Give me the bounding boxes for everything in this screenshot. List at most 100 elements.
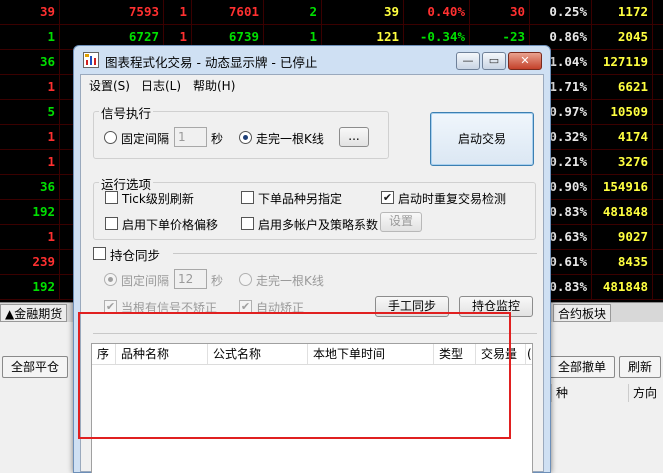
quote-cell: 481848 <box>592 200 653 224</box>
quote-cell: 36 <box>0 175 60 199</box>
multi-account-setup-button[interactable]: 设置 <box>380 212 422 232</box>
quote-cell: 6621 <box>592 75 653 99</box>
cancel-all-button[interactable]: 全部撤单 <box>549 356 615 378</box>
order-other-contract-checkbox[interactable] <box>241 191 254 204</box>
close-button[interactable]: ✕ <box>508 52 542 70</box>
recheck-on-start-checkbox[interactable]: ✔ <box>381 191 394 204</box>
tab-contract-sectors[interactable]: 合约板块 <box>553 304 612 322</box>
quote-cell: 2045 <box>592 25 653 49</box>
column-header-volume[interactable]: 交易量 <box>476 344 526 364</box>
quote-cell: 239 <box>0 250 60 274</box>
tab-financial-futures[interactable]: ▲金融期货 <box>0 304 68 322</box>
quote-cell: 5 <box>0 100 60 124</box>
multi-account-checkbox[interactable] <box>241 217 254 230</box>
quote-cell: 192 <box>0 275 60 299</box>
table-header-row: 序 品种名称 公式名称 本地下单时间 类型 交易量 ( <box>92 344 532 365</box>
quote-cell: 30 <box>470 0 530 24</box>
column-header-contract-name[interactable]: 品种名称 <box>116 344 208 364</box>
menu-log[interactable]: 日志(L) <box>141 77 181 94</box>
quote-cell: 0.40% <box>404 0 470 24</box>
quote-cell: 1172 <box>592 0 653 24</box>
menu-settings[interactable]: 设置(S) <box>89 77 130 94</box>
quote-cell: 4174 <box>592 125 653 149</box>
minimize-icon: — <box>462 54 474 67</box>
table-separator <box>93 333 537 334</box>
quote-cell: 192 <box>0 200 60 224</box>
quote-cell: 39 <box>322 0 404 24</box>
column-header-partial[interactable]: 种 <box>551 384 626 402</box>
dialog-title: 图表程式化交易 - 动态显示牌 - 已停止 <box>105 55 318 70</box>
close-all-button[interactable]: 全部平仓 <box>2 356 68 378</box>
column-header-type[interactable]: 类型 <box>434 344 476 364</box>
manual-sync-button[interactable]: 手工同步 <box>375 296 449 317</box>
quote-cell: 154916 <box>592 175 653 199</box>
quote-cell: 36 <box>0 50 60 74</box>
position-sync-separator <box>173 253 537 254</box>
signal-fixed-interval-radio[interactable] <box>104 131 117 144</box>
tick-refresh-label: Tick级别刷新 <box>122 192 194 206</box>
checkmark-icon: ✔ <box>105 300 116 313</box>
sync-fixed-interval-label: 固定间隔 <box>121 274 170 288</box>
sync-fixed-interval-radio[interactable] <box>104 273 117 286</box>
signal-execution-title: 信号执行 <box>99 103 154 122</box>
sync-per-bar-label: 走完一根K线 <box>256 274 324 288</box>
sync-interval-input[interactable]: 12 <box>174 269 207 289</box>
maximize-icon: ▭ <box>488 54 500 67</box>
quote-row[interactable]: 39 7593 1 7601 2 39 0.40% 30 0.25% 1172 <box>0 0 663 25</box>
title-bar[interactable]: 图表程式化交易 - 动态显示牌 - 已停止 — ▭ ✕ <box>74 46 550 74</box>
sync-seconds-label: 秒 <box>211 274 224 288</box>
menu-bar: 设置(S) 日志(L) 帮助(H) <box>81 75 543 95</box>
no-correct-on-signal-label: 当根有信号不矫正 <box>121 301 218 315</box>
quote-cell: 9027 <box>592 225 653 249</box>
position-monitor-button[interactable]: 持仓监控 <box>459 296 533 317</box>
quote-cell: 0.25% <box>530 0 592 24</box>
start-trading-button[interactable]: 启动交易 <box>430 112 534 166</box>
signal-per-bar-label: 走完一根K线 <box>256 132 324 146</box>
column-header-direction[interactable]: 方向 <box>628 384 663 402</box>
checkmark-icon: ✔ <box>382 191 393 204</box>
position-sync-checkbox[interactable] <box>93 247 106 260</box>
minimize-button[interactable]: — <box>456 52 480 70</box>
position-sync-title: 持仓同步 <box>110 248 161 263</box>
quote-cell: 1 <box>0 75 60 99</box>
signal-per-bar-radio[interactable] <box>239 131 252 144</box>
price-offset-label: 启用下单价格偏移 <box>122 218 219 232</box>
quote-cell: 127119 <box>592 50 653 74</box>
quote-cell: 10509 <box>592 100 653 124</box>
column-header-index[interactable]: 序 <box>92 344 116 364</box>
column-header-local-order-time[interactable]: 本地下单时间 <box>308 344 434 364</box>
quote-cell: 7593 <box>60 0 164 24</box>
auto-correct-label: 自动矫正 <box>256 301 305 315</box>
column-header-formula-name[interactable]: 公式名称 <box>208 344 308 364</box>
quote-cell: 3276 <box>592 150 653 174</box>
column-header-truncated[interactable]: ( <box>526 344 534 364</box>
signal-seconds-label: 秒 <box>211 132 224 146</box>
menu-help[interactable]: 帮助(H) <box>193 77 235 94</box>
quote-cell: 7601 <box>192 0 264 24</box>
order-other-contract-label: 下单品种另指定 <box>258 192 343 206</box>
quote-cell: 1 <box>0 125 60 149</box>
price-offset-checkbox[interactable] <box>105 217 118 230</box>
quote-cell: 8435 <box>592 250 653 274</box>
checkmark-icon: ✔ <box>240 300 251 313</box>
multi-account-label: 启用多帐户及策略系数 <box>258 218 379 232</box>
signal-fixed-interval-label: 固定间隔 <box>121 132 170 146</box>
quote-cell: 1 <box>0 150 60 174</box>
signal-order-table[interactable]: 序 品种名称 公式名称 本地下单时间 类型 交易量 ( <box>91 343 533 473</box>
quote-cell: 1 <box>164 0 192 24</box>
refresh-button[interactable]: 刷新 <box>619 356 661 378</box>
maximize-button[interactable]: ▭ <box>482 52 506 70</box>
sync-per-bar-radio[interactable] <box>239 273 252 286</box>
no-correct-on-signal-checkbox[interactable]: ✔ <box>104 300 117 313</box>
quote-cell: 481848 <box>592 275 653 299</box>
signal-more-button[interactable]: ... <box>339 127 369 147</box>
quote-cell: 2 <box>264 0 322 24</box>
signal-interval-input[interactable]: 1 <box>174 127 207 147</box>
auto-correct-checkbox[interactable]: ✔ <box>239 300 252 313</box>
quote-cell: 1 <box>0 225 60 249</box>
close-icon: ✕ <box>520 54 530 67</box>
tick-refresh-checkbox[interactable] <box>105 191 118 204</box>
quote-cell: 1 <box>0 25 60 49</box>
quote-cell: 39 <box>0 0 60 24</box>
chart-app-icon <box>83 52 99 68</box>
